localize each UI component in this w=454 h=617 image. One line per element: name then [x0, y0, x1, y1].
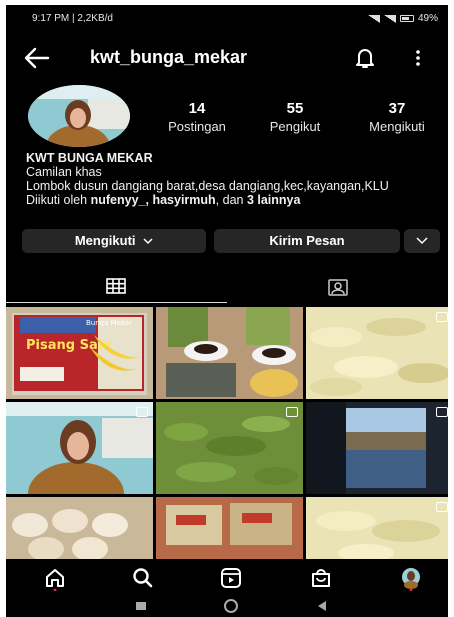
signal-icon — [383, 14, 396, 23]
signal-icon — [367, 14, 380, 23]
stat-followers[interactable]: 55 Pengikut — [250, 100, 340, 134]
stat-following-value: 37 — [388, 100, 406, 117]
bell-icon[interactable] — [352, 45, 378, 71]
following-button-label: Mengikuti — [74, 233, 136, 248]
profile-avatar-icon[interactable] — [398, 565, 424, 592]
recent-apps-icon[interactable] — [136, 602, 146, 610]
status-bar: 9:17 PM | 2,2KB/d 49% — [6, 5, 448, 31]
battery-percent: 49% — [417, 13, 438, 24]
stat-posts-value: 14 — [188, 100, 206, 117]
followed-by-names: nufenyy_, hasyirmuh — [90, 193, 216, 207]
reels-icon[interactable] — [218, 565, 244, 591]
category-text: Camilan khas — [26, 165, 102, 179]
profile-username: kwt_bunga_mekar — [90, 47, 248, 67]
post-thumbnail[interactable] — [306, 402, 448, 494]
chevron-down-icon — [416, 237, 428, 245]
app-screen: 9:17 PM | 2,2KB/d 49% kwt_bunga_mekar 14… — [6, 5, 448, 617]
post-thumbnail[interactable] — [156, 307, 303, 399]
followed-by-mid: , dan — [215, 193, 247, 207]
profile-bio: KWT BUNGA MEKAR Camilan khas Lombok dusu… — [26, 151, 436, 207]
tab-tagged[interactable] — [227, 269, 448, 303]
avatar[interactable] — [28, 85, 130, 147]
stat-following-label: Mengikuti — [369, 119, 425, 134]
stat-followers-value: 55 — [286, 100, 304, 117]
multi-post-icon — [286, 407, 298, 417]
status-right: 49% — [367, 13, 438, 24]
post-grid: Bunga Mekar Pisang Sale — [6, 307, 448, 559]
followed-by-prefix: Diikuti oleh — [26, 193, 91, 207]
message-button-label: Kirim Pesan — [269, 233, 345, 248]
stat-posts-label: Postingan — [168, 119, 226, 134]
stat-following[interactable]: 37 Mengikuti — [352, 100, 442, 134]
grid-icon — [106, 278, 126, 294]
followed-by[interactable]: Diikuti oleh nufenyy_, hasyirmuh, dan 3 … — [26, 193, 436, 207]
multi-post-icon — [136, 407, 148, 417]
battery-icon — [399, 15, 414, 22]
multi-post-icon — [436, 407, 448, 417]
post-thumbnail[interactable] — [156, 497, 303, 559]
suggestions-button[interactable] — [404, 229, 440, 253]
chevron-down-icon — [143, 238, 153, 245]
stat-posts[interactable]: 14 Postingan — [152, 100, 242, 134]
home-button-icon[interactable] — [224, 599, 238, 613]
back-arrow-icon[interactable] — [22, 45, 52, 71]
profile-header: kwt_bunga_mekar — [6, 39, 448, 79]
stat-followers-label: Pengikut — [269, 119, 321, 134]
tagged-person-icon — [328, 279, 348, 296]
search-icon[interactable] — [130, 565, 156, 591]
bio-text: Lombok dusun dangiang barat,desa dangian… — [26, 179, 389, 193]
post-thumbnail[interactable] — [306, 497, 448, 559]
home-icon[interactable] — [42, 565, 68, 592]
following-button[interactable]: Mengikuti — [22, 229, 206, 253]
multi-post-icon — [436, 502, 448, 512]
multi-post-icon — [436, 312, 448, 322]
message-button[interactable]: Kirim Pesan — [214, 229, 400, 253]
post-thumbnail[interactable] — [6, 402, 153, 494]
post-thumbnail[interactable]: Bunga Mekar Pisang Sale — [6, 307, 153, 399]
brand-text: Bunga Mekar — [86, 319, 132, 327]
tab-grid[interactable] — [6, 269, 227, 303]
display-name: KWT BUNGA MEKAR — [26, 151, 153, 165]
followed-by-count: 3 lainnya — [246, 193, 301, 207]
post-thumbnail[interactable] — [6, 497, 153, 559]
post-thumbnail[interactable] — [156, 402, 303, 494]
status-time: 9:17 PM | 2,2KB/d — [32, 13, 113, 24]
system-nav-bar — [6, 595, 448, 617]
post-thumbnail[interactable] — [306, 307, 448, 399]
system-back-icon[interactable] — [318, 601, 326, 611]
bottom-nav — [6, 559, 448, 595]
profile-tabs — [6, 269, 448, 303]
more-vertical-icon[interactable] — [408, 45, 428, 71]
shop-icon[interactable] — [308, 565, 334, 591]
